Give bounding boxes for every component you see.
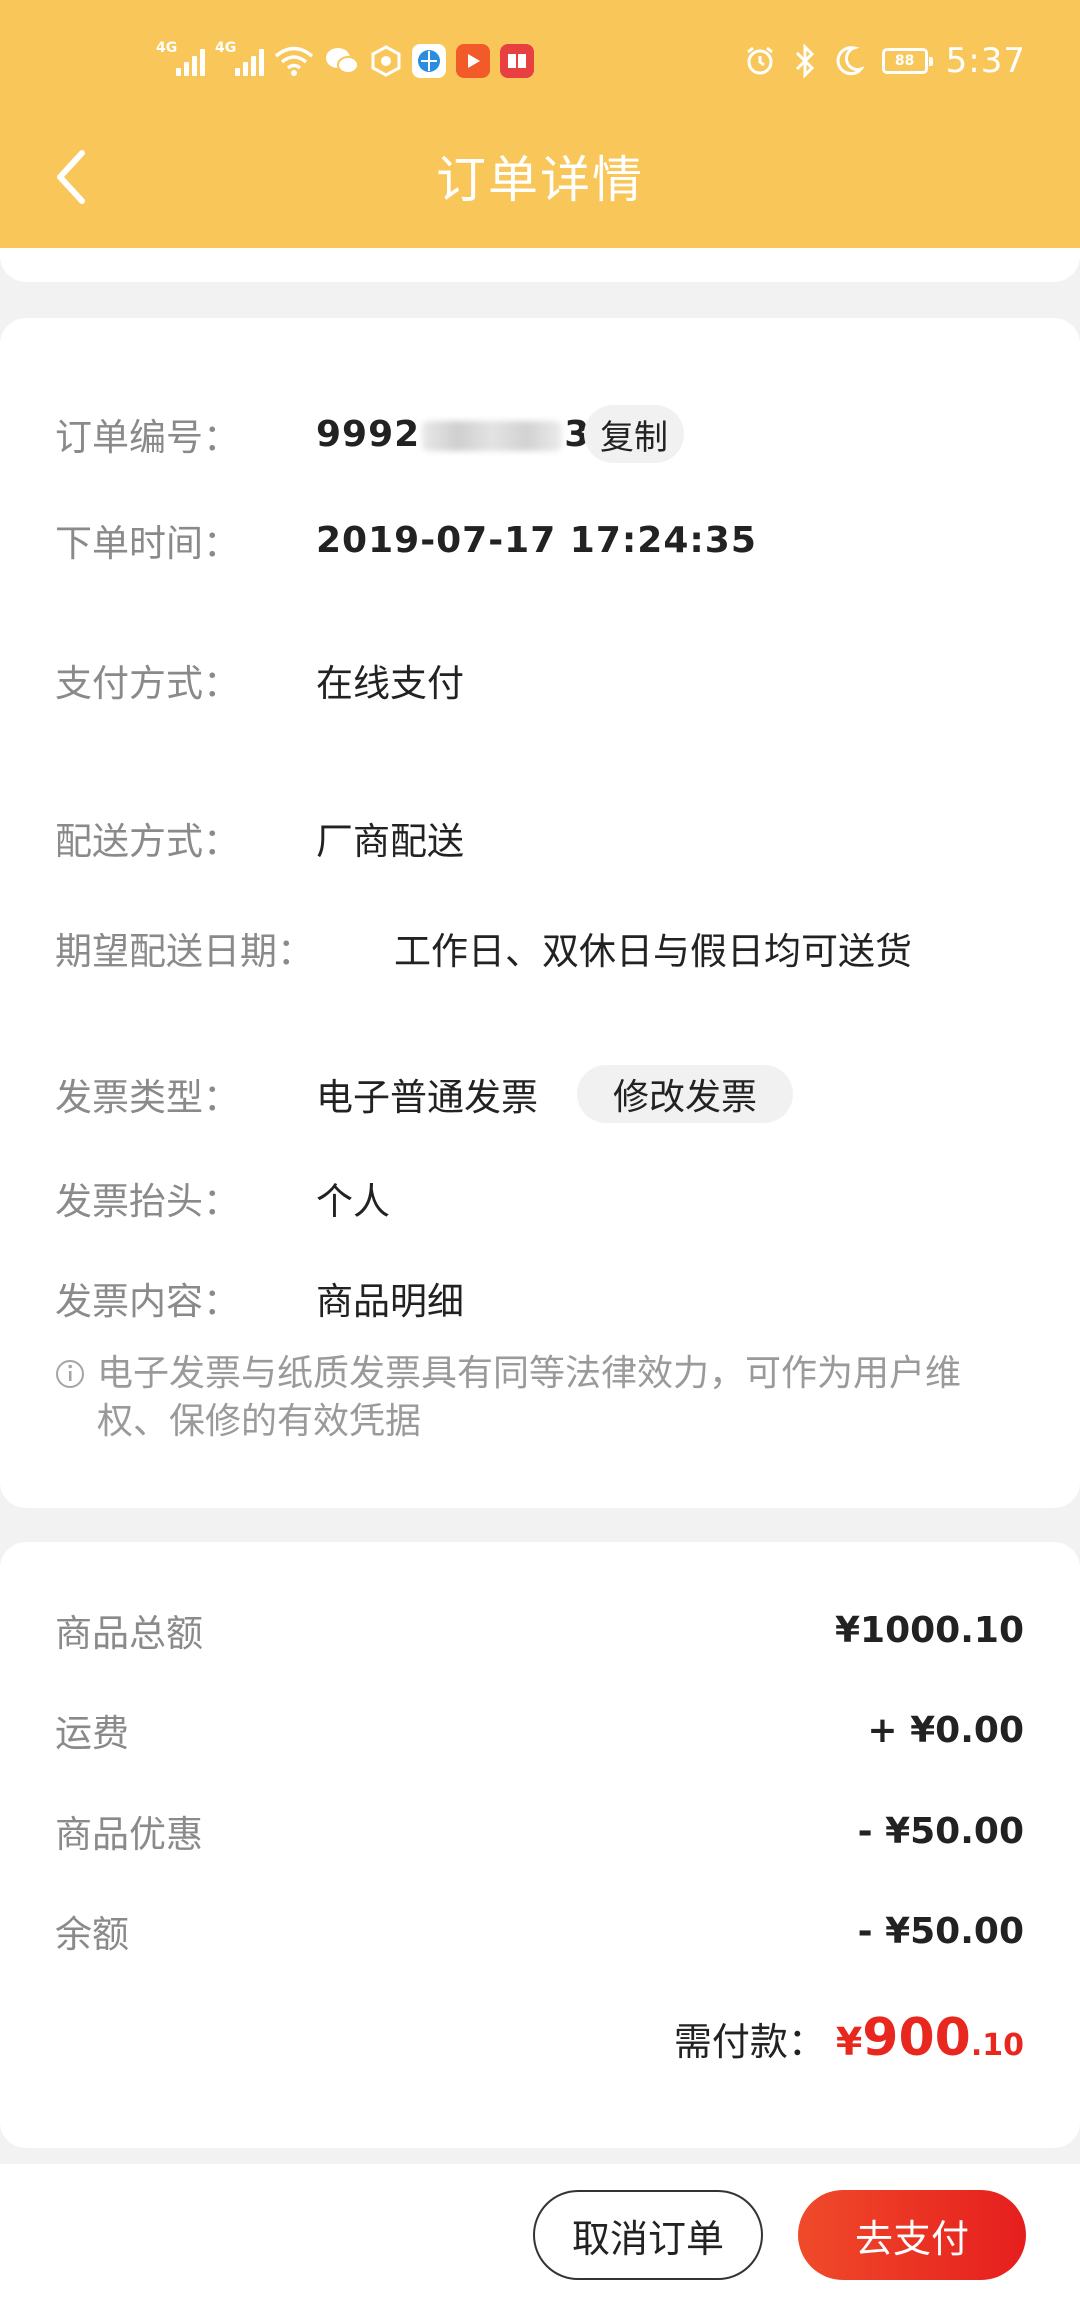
payment-method-label: 支付方式： [55,662,240,705]
copy-button[interactable]: 复制 [584,405,684,463]
app-header: 4G 4G 88 5:37 订单详情 [0,0,1080,248]
price-row-label: 余额 [55,1913,129,1956]
price-row-value: - ¥50.00 [857,1810,1024,1852]
modify-invoice-button[interactable]: 修改发票 [577,1065,793,1123]
invoice-title-row: 发票抬头： 个人 [0,1168,1080,1228]
amount-due-label: 需付款： [673,2020,826,2064]
order-number-label: 订单编号： [55,416,240,459]
invoice-content-label: 发票内容： [55,1280,240,1323]
invoice-title-value: 个人 [316,1180,390,1223]
payment-method-value: 在线支付 [316,662,464,705]
payment-method-row: 支付方式： 在线支付 [0,650,1080,710]
invoice-type-value: 电子普通发票 [316,1076,538,1119]
status-right-icons: 88 5:37 [744,38,1026,84]
status-bar: 4G 4G 88 5:37 [0,0,1080,120]
amount-due: 需付款： ¥ 900 .10 [674,2008,1024,2068]
price-row: 余额 - ¥50.00 [55,1901,1024,1961]
bluetooth-icon [795,44,814,78]
page-title: 订单详情 [436,151,644,209]
hexagon-app-icon [371,45,401,77]
invoice-content-row: 发票内容： 商品明细 [0,1268,1080,1328]
price-row-label: 商品总额 [55,1612,203,1655]
status-left-icons: 4G 4G [156,38,534,84]
delivery-method-label: 配送方式： [55,820,240,863]
price-row: 商品优惠 - ¥50.00 [55,1801,1024,1861]
amount-due-currency: ¥ [835,2020,863,2064]
wifi-icon [274,46,314,76]
invoice-type-row: 发票类型： 电子普通发票 修改发票 [0,1064,1080,1124]
status-time: 5:37 [945,41,1026,81]
delivery-method-row: 配送方式： 厂商配送 [0,808,1080,868]
invoice-note-text: 电子发票与纸质发票具有同等法律效力，可作为用户维权、保修的有效凭据 [97,1353,962,1442]
browser-app-icon [412,44,446,78]
reader-app-icon [500,44,534,78]
wechat-icon [326,48,359,74]
cellular-signal-icon: 4G [156,40,205,76]
order-time-label: 下单时间： [55,522,240,565]
order-number-value: 999239 [316,414,616,455]
delivery-method-value: 厂商配送 [316,820,464,863]
order-info-card: 订单编号： 999239 复制 下单时间： 2019-07-17 17:24:3… [0,318,1080,1508]
expected-delivery-row: 期望配送日期： 工作日、双休日与假日均可送货 [0,918,1080,978]
previous-card-edge [0,248,1080,282]
cellular-signal-icon: 4G [215,40,264,76]
info-icon [56,1360,84,1388]
price-row-value: ¥1000.10 [834,1609,1024,1651]
amount-due-integer: 900 [862,2008,971,2068]
price-row-label: 运费 [55,1712,129,1755]
price-row-value: - ¥50.00 [857,1910,1024,1952]
expected-delivery-value: 工作日、双休日与假日均可送货 [394,930,912,973]
order-number-row: 订单编号： 999239 复制 [0,404,1080,464]
cancel-order-button[interactable]: 取消订单 [533,2190,763,2280]
video-app-icon [456,44,490,78]
redacted-blur [422,420,563,451]
order-time-row: 下单时间： 2019-07-17 17:24:35 [0,510,1080,570]
price-row-label: 商品优惠 [55,1813,203,1856]
invoice-title-label: 发票抬头： [55,1180,240,1223]
price-summary-card: 商品总额 ¥1000.10 运费 + ¥0.00 商品优惠 - ¥50.00 余… [0,1542,1080,2148]
alarm-icon [746,46,773,75]
expected-delivery-label: 期望配送日期： [55,930,314,973]
amount-due-decimal: .10 [970,2028,1024,2063]
order-time-value: 2019-07-17 17:24:35 [316,519,757,561]
battery-icon: 88 [881,48,933,74]
invoice-note: 电子发票与纸质发票具有同等法律效力，可作为用户维权、保修的有效凭据 [55,1350,1015,1446]
pay-button[interactable]: 去支付 [798,2190,1026,2280]
price-row-value: + ¥0.00 [867,1709,1024,1751]
invoice-type-label: 发票类型： [55,1076,240,1119]
price-row: 运费 + ¥0.00 [55,1700,1024,1760]
price-row: 商品总额 ¥1000.10 [55,1600,1024,1660]
moon-icon [836,46,864,76]
invoice-content-value: 商品明细 [316,1280,464,1323]
bottom-action-bar: 取消订单 去支付 [0,2164,1080,2310]
